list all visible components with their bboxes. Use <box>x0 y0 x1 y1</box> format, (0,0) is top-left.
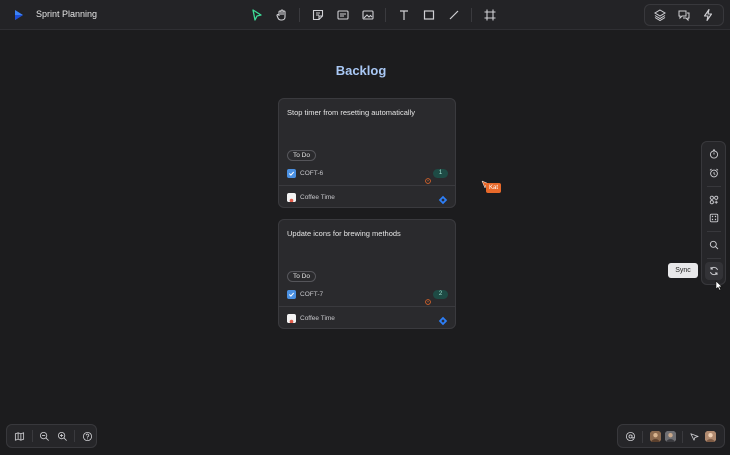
status-badge[interactable]: To Do <box>287 150 316 161</box>
mouse-pointer-icon <box>715 278 723 291</box>
apps-icon[interactable] <box>705 191 723 209</box>
help-icon[interactable] <box>80 428 95 444</box>
issue-type-checkbox-icon <box>287 290 296 299</box>
comments-icon[interactable] <box>674 5 694 25</box>
mention-icon[interactable] <box>624 430 637 443</box>
issue-key[interactable]: COFT-7 <box>300 291 323 298</box>
current-user-avatar[interactable] <box>704 430 717 443</box>
issue-key[interactable]: COFT-6 <box>300 170 323 177</box>
sync-tooltip: Sync <box>668 263 698 278</box>
frame-heading[interactable]: Backlog <box>0 63 722 78</box>
text-icon[interactable] <box>394 5 414 25</box>
estimate-badge: 1 <box>433 169 448 178</box>
map-icon[interactable] <box>13 428 28 444</box>
side-divider <box>707 186 721 187</box>
app-logo-icon[interactable] <box>12 8 26 22</box>
collaborator-name-label: Kat <box>486 183 502 193</box>
priority-icon <box>425 171 431 184</box>
project-avatar-icon <box>287 314 296 323</box>
rectangle-icon[interactable] <box>419 5 439 25</box>
jira-icon[interactable] <box>438 192 448 205</box>
view-controls <box>6 424 97 448</box>
estimate-badge: 2 <box>433 290 448 299</box>
collaborator-avatar[interactable] <box>649 430 662 443</box>
toolbar-divider <box>385 8 386 22</box>
side-toolbar <box>701 141 726 285</box>
card-icon[interactable] <box>333 5 353 25</box>
toolbar-divider <box>642 431 643 443</box>
card-divider <box>279 185 455 186</box>
project-name: Coffee Time <box>300 315 335 322</box>
dice-icon[interactable] <box>705 209 723 227</box>
card-title[interactable]: Update icons for brewing methods <box>287 229 401 238</box>
side-divider <box>707 258 721 259</box>
line-icon[interactable] <box>444 5 464 25</box>
top-toolbar: Sprint Planning <box>0 0 730 30</box>
toolbar-divider <box>471 8 472 22</box>
toolbar-divider <box>74 430 76 442</box>
priority-icon <box>425 292 431 305</box>
zoom-out-icon[interactable] <box>37 428 52 444</box>
present-icon[interactable] <box>688 430 701 443</box>
issue-card[interactable]: Stop timer from resetting automatically … <box>278 98 456 208</box>
issue-type-checkbox-icon <box>287 169 296 178</box>
zoom-in-icon[interactable] <box>55 428 70 444</box>
board-title[interactable]: Sprint Planning <box>36 9 97 19</box>
card-divider <box>279 306 455 307</box>
collaboration-bar <box>617 424 725 448</box>
status-badge[interactable]: To Do <box>287 271 316 282</box>
tool-group <box>244 4 502 26</box>
timer-icon[interactable] <box>705 145 723 163</box>
right-tool-group <box>644 4 724 26</box>
sticky-note-icon[interactable] <box>308 5 328 25</box>
select-icon[interactable] <box>247 5 267 25</box>
layers-icon[interactable] <box>650 5 670 25</box>
image-icon[interactable] <box>358 5 378 25</box>
issue-card[interactable]: Update icons for brewing methods To Do C… <box>278 219 456 329</box>
card-title[interactable]: Stop timer from resetting automatically <box>287 108 415 117</box>
toolbar-divider <box>299 8 300 22</box>
lightning-icon[interactable] <box>698 5 718 25</box>
frame-icon[interactable] <box>480 5 500 25</box>
jira-icon[interactable] <box>438 313 448 326</box>
alarm-icon[interactable] <box>705 164 723 182</box>
collaborator-avatar[interactable] <box>664 430 677 443</box>
project-avatar-icon <box>287 193 296 202</box>
hand-icon[interactable] <box>272 5 292 25</box>
side-divider <box>707 231 721 232</box>
project-name: Coffee Time <box>300 194 335 201</box>
toolbar-divider <box>31 430 33 442</box>
toolbar-divider <box>682 431 683 443</box>
search-icon[interactable] <box>705 236 723 254</box>
